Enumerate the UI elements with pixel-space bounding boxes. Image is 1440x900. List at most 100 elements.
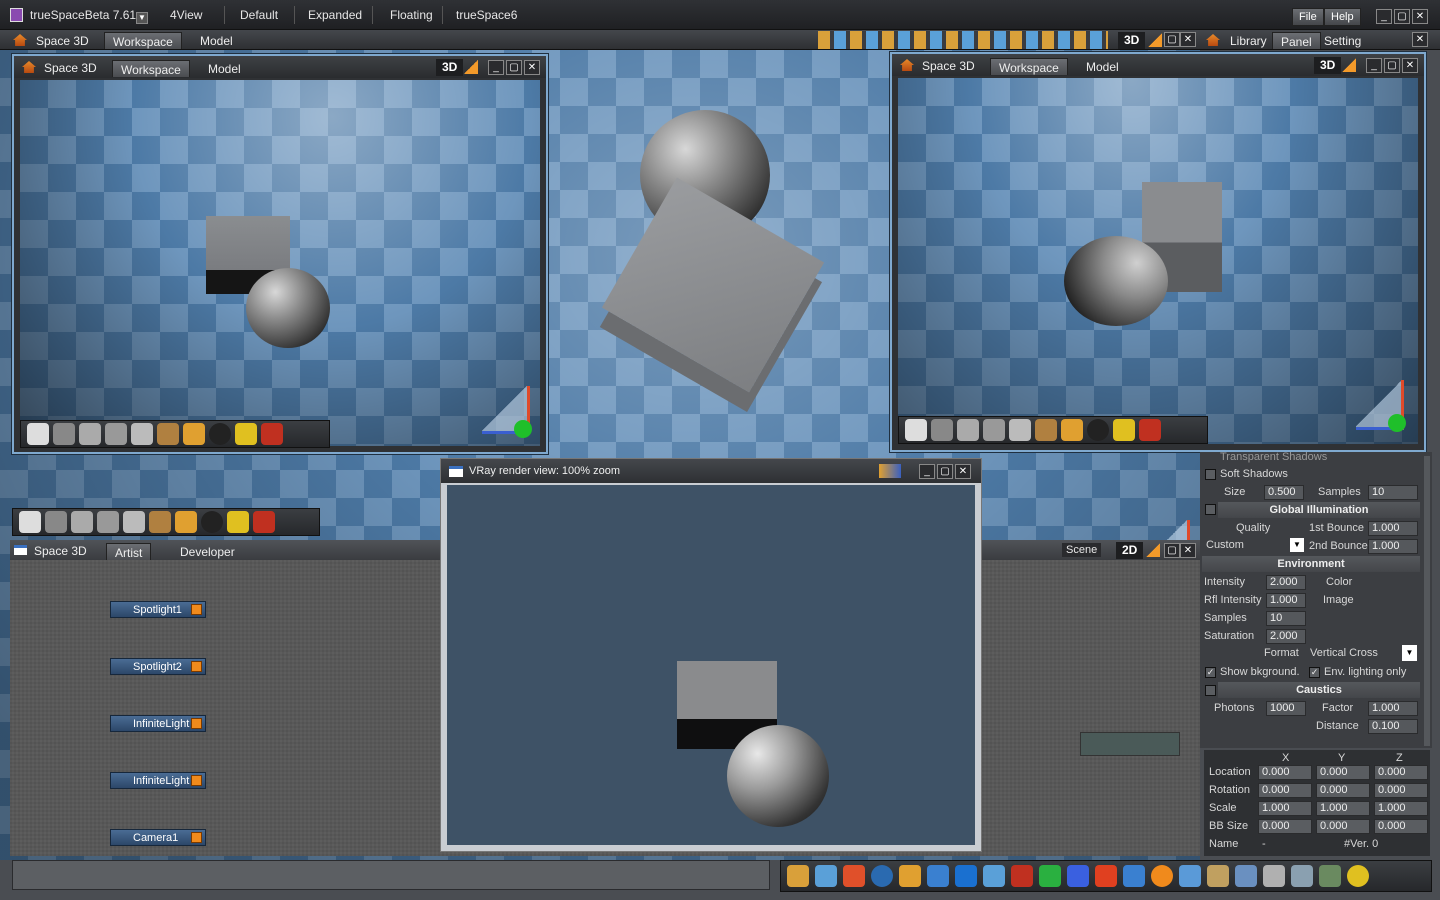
viewport-left-mode[interactable]: 3D [436, 59, 464, 76]
maximize-icon[interactable]: ▢ [506, 60, 522, 75]
caustics-checkbox[interactable] [1205, 685, 1216, 696]
bottom-toolbar[interactable] [780, 860, 1432, 892]
viewport-right-tab-model[interactable]: Model [1078, 58, 1127, 75]
distance-field[interactable]: 0.100 [1368, 719, 1418, 734]
samples-field[interactable]: 10 [1368, 485, 1418, 500]
maximize-icon[interactable]: ▢ [1164, 543, 1180, 558]
node-spotlight2[interactable]: Spotlight2 [110, 658, 206, 675]
env-samples-field[interactable]: 10 [1266, 611, 1306, 626]
chevron-down-icon[interactable]: ▼ [1402, 645, 1417, 661]
bbsize-z[interactable]: 0.000 [1374, 819, 1428, 834]
gi-checkbox[interactable] [1205, 504, 1216, 515]
vray-render-window[interactable]: VRay render view: 100% zoom _ ▢ ✕ [440, 458, 982, 852]
env-lighting-checkbox[interactable]: ✓ [1309, 667, 1320, 678]
panel-scrollbar[interactable] [1424, 456, 1430, 746]
viewport-left-tab-model[interactable]: Model [200, 60, 249, 77]
top-toolbar[interactable] [818, 31, 1108, 49]
scale-x[interactable]: 1.000 [1258, 801, 1312, 816]
name-field[interactable]: - [1262, 838, 1266, 850]
node-camera1[interactable]: Camera1 [110, 829, 206, 846]
minimize-icon[interactable]: _ [488, 60, 504, 75]
scale-z[interactable]: 1.000 [1374, 801, 1428, 816]
maximize-icon[interactable]: ▢ [1394, 9, 1410, 24]
home-icon[interactable] [13, 34, 27, 46]
view-mode-badge[interactable]: 3D [1118, 32, 1146, 49]
tab-panel[interactable]: Panel [1272, 32, 1321, 49]
rfl-intensity-field[interactable]: 1.000 [1266, 593, 1306, 608]
close-icon[interactable]: ✕ [1412, 9, 1428, 24]
minimize-icon[interactable]: _ [919, 464, 935, 479]
bbsize-x[interactable]: 0.000 [1258, 819, 1312, 834]
restore-icon[interactable]: ▢ [1164, 32, 1180, 47]
layout-expanded[interactable]: Expanded [308, 8, 362, 22]
layout-default[interactable]: Default [240, 8, 278, 22]
factor-field[interactable]: 1.000 [1368, 701, 1418, 716]
maximize-icon[interactable]: ▢ [937, 464, 953, 479]
rotation-x[interactable]: 0.000 [1258, 783, 1312, 798]
location-x[interactable]: 0.000 [1258, 765, 1312, 780]
node-spotlight1[interactable]: Spotlight1 [110, 601, 206, 618]
close-icon[interactable]: ✕ [1402, 58, 1418, 73]
photons-field[interactable]: 1000 [1266, 701, 1306, 716]
layout-truespace6[interactable]: trueSpace6 [456, 8, 517, 22]
location-z[interactable]: 0.000 [1374, 765, 1428, 780]
main-toolbar[interactable] [12, 508, 320, 536]
library-icon[interactable] [1206, 34, 1220, 46]
close-icon[interactable]: ✕ [524, 60, 540, 75]
layout-dropdown-icon[interactable]: ▼ [136, 12, 148, 24]
viewport-left-toolbar[interactable] [20, 420, 330, 448]
second-bounce-field[interactable]: 1.000 [1368, 539, 1418, 554]
tab-artist[interactable]: Artist [106, 543, 152, 560]
tab-developer[interactable]: Developer [172, 543, 243, 560]
node-port-icon[interactable] [191, 604, 202, 615]
minimize-icon[interactable]: _ [1376, 9, 1392, 24]
viewport-left-tab-workspace[interactable]: Workspace [112, 60, 190, 77]
close-panel-icon[interactable]: ✕ [1412, 32, 1428, 47]
node-port-icon[interactable] [191, 832, 202, 843]
location-y[interactable]: 0.000 [1316, 765, 1370, 780]
tab-model[interactable]: Model [192, 32, 241, 49]
viewport-right-mode[interactable]: 3D [1314, 57, 1342, 74]
node-infinitelight-1[interactable]: InfiniteLight [110, 715, 206, 732]
soft-shadows-checkbox[interactable] [1205, 469, 1216, 480]
node-infinitelight-2[interactable]: InfiniteLight [110, 772, 206, 789]
home-icon[interactable] [900, 59, 914, 71]
menu-help[interactable]: Help [1324, 8, 1361, 26]
format-select[interactable]: Vertical Cross [1310, 647, 1378, 659]
quality-select[interactable]: Custom [1206, 539, 1244, 551]
minimize-icon[interactable]: _ [1366, 58, 1382, 73]
saturation-label: Saturation [1204, 630, 1255, 642]
tab-library[interactable]: Library [1222, 32, 1275, 49]
scale-y[interactable]: 1.000 [1316, 801, 1370, 816]
link-editor-mode[interactable]: 2D [1116, 542, 1144, 559]
menu-file[interactable]: File [1292, 8, 1324, 26]
render-options-icon[interactable] [879, 464, 901, 478]
size-field[interactable]: 0.500 [1264, 485, 1304, 500]
layout-4view[interactable]: 4View [170, 8, 202, 22]
viewport-right-tab-workspace[interactable]: Workspace [990, 58, 1068, 75]
layout-floating[interactable]: Floating [390, 8, 433, 22]
node-port-icon[interactable] [191, 775, 202, 786]
viewport-right[interactable]: Space 3D Workspace Model 3D _ ▢ ✕ [890, 52, 1426, 452]
show-bkground-checkbox[interactable]: ✓ [1205, 667, 1216, 678]
home-icon[interactable] [22, 61, 36, 73]
rotation-y[interactable]: 0.000 [1316, 783, 1370, 798]
rotation-z[interactable]: 0.000 [1374, 783, 1428, 798]
node-port-icon[interactable] [191, 718, 202, 729]
close-icon[interactable]: ✕ [1180, 543, 1196, 558]
scene-label[interactable]: Scene [1062, 543, 1102, 557]
node-port-icon[interactable] [191, 661, 202, 672]
close-icon[interactable]: ✕ [955, 464, 971, 479]
viewport-left[interactable]: Space 3D Workspace Model 3D _ ▢ ✕ [12, 54, 548, 454]
intensity-field[interactable]: 2.000 [1266, 575, 1306, 590]
bbsize-y[interactable]: 0.000 [1316, 819, 1370, 834]
first-bounce-field[interactable]: 1.000 [1368, 521, 1418, 536]
mini-navigator[interactable] [1080, 732, 1180, 756]
maximize-icon[interactable]: ▢ [1384, 58, 1400, 73]
saturation-field[interactable]: 2.000 [1266, 629, 1306, 644]
tab-workspace[interactable]: Workspace [104, 32, 182, 49]
tab-setting[interactable]: Setting [1316, 32, 1369, 49]
chevron-down-icon[interactable]: ▼ [1290, 538, 1304, 552]
viewport-right-toolbar[interactable] [898, 416, 1208, 444]
close-view-icon[interactable]: ✕ [1180, 32, 1196, 47]
